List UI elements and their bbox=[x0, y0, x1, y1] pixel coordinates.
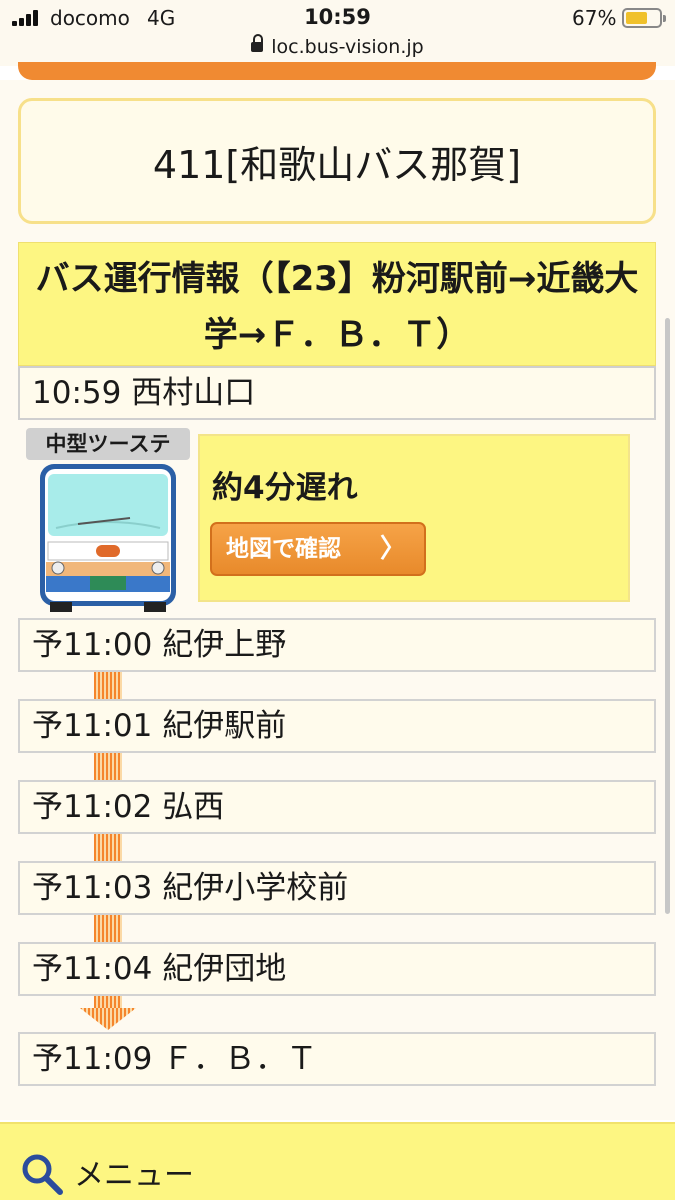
url-text: loc.bus-vision.jp bbox=[271, 36, 424, 58]
route-connector bbox=[94, 833, 122, 861]
bus-icon bbox=[40, 464, 176, 612]
map-confirm-button[interactable]: 地図で確認 〉 bbox=[210, 522, 426, 576]
route-connector bbox=[94, 914, 122, 942]
stop-row[interactable]: 予11:02 弘西 bbox=[18, 780, 656, 834]
current-stop-row: 10:59 西村山口 bbox=[18, 366, 656, 420]
battery-percent: 67% bbox=[572, 6, 617, 30]
stop-row[interactable]: 予11:09 Ｆ．Ｂ．Ｔ bbox=[18, 1032, 656, 1086]
route-title-box: 411[和歌山バス那賀] bbox=[18, 98, 656, 224]
route-connector bbox=[94, 752, 122, 780]
stop-row[interactable]: 予11:00 紀伊上野 bbox=[18, 618, 656, 672]
search-icon bbox=[22, 1154, 63, 1195]
route-connector bbox=[94, 672, 122, 700]
lock-icon bbox=[251, 34, 264, 54]
route-connector bbox=[94, 995, 122, 1009]
header-bar bbox=[18, 62, 656, 80]
delay-panel: 約4分遅れ 地図で確認 〉 bbox=[198, 434, 630, 602]
route-title: 411[和歌山バス那賀] bbox=[152, 142, 522, 187]
footer-menu-bar[interactable]: メニュー bbox=[0, 1122, 675, 1200]
stop-row[interactable]: 予11:04 紀伊団地 bbox=[18, 942, 656, 996]
operation-info-header: バス運行情報（【23】粉河駅前→近畿大学→Ｆ．Ｂ．Ｔ） bbox=[18, 242, 656, 366]
battery-icon bbox=[622, 8, 666, 28]
scrollbar[interactable] bbox=[665, 318, 670, 914]
chevron-right-icon: 〉 bbox=[379, 534, 406, 564]
map-button-label: 地図で確認 bbox=[226, 535, 341, 562]
stop-row[interactable]: 予11:01 紀伊駅前 bbox=[18, 699, 656, 753]
bus-type-label: 中型ツーステ bbox=[26, 428, 190, 460]
status-bar: docomo 4G 10:59 67% bbox=[0, 0, 675, 36]
stop-row[interactable]: 予11:03 紀伊小学校前 bbox=[18, 861, 656, 915]
menu-label: メニュー bbox=[74, 1158, 194, 1193]
delay-status: 約4分遅れ bbox=[212, 470, 358, 506]
